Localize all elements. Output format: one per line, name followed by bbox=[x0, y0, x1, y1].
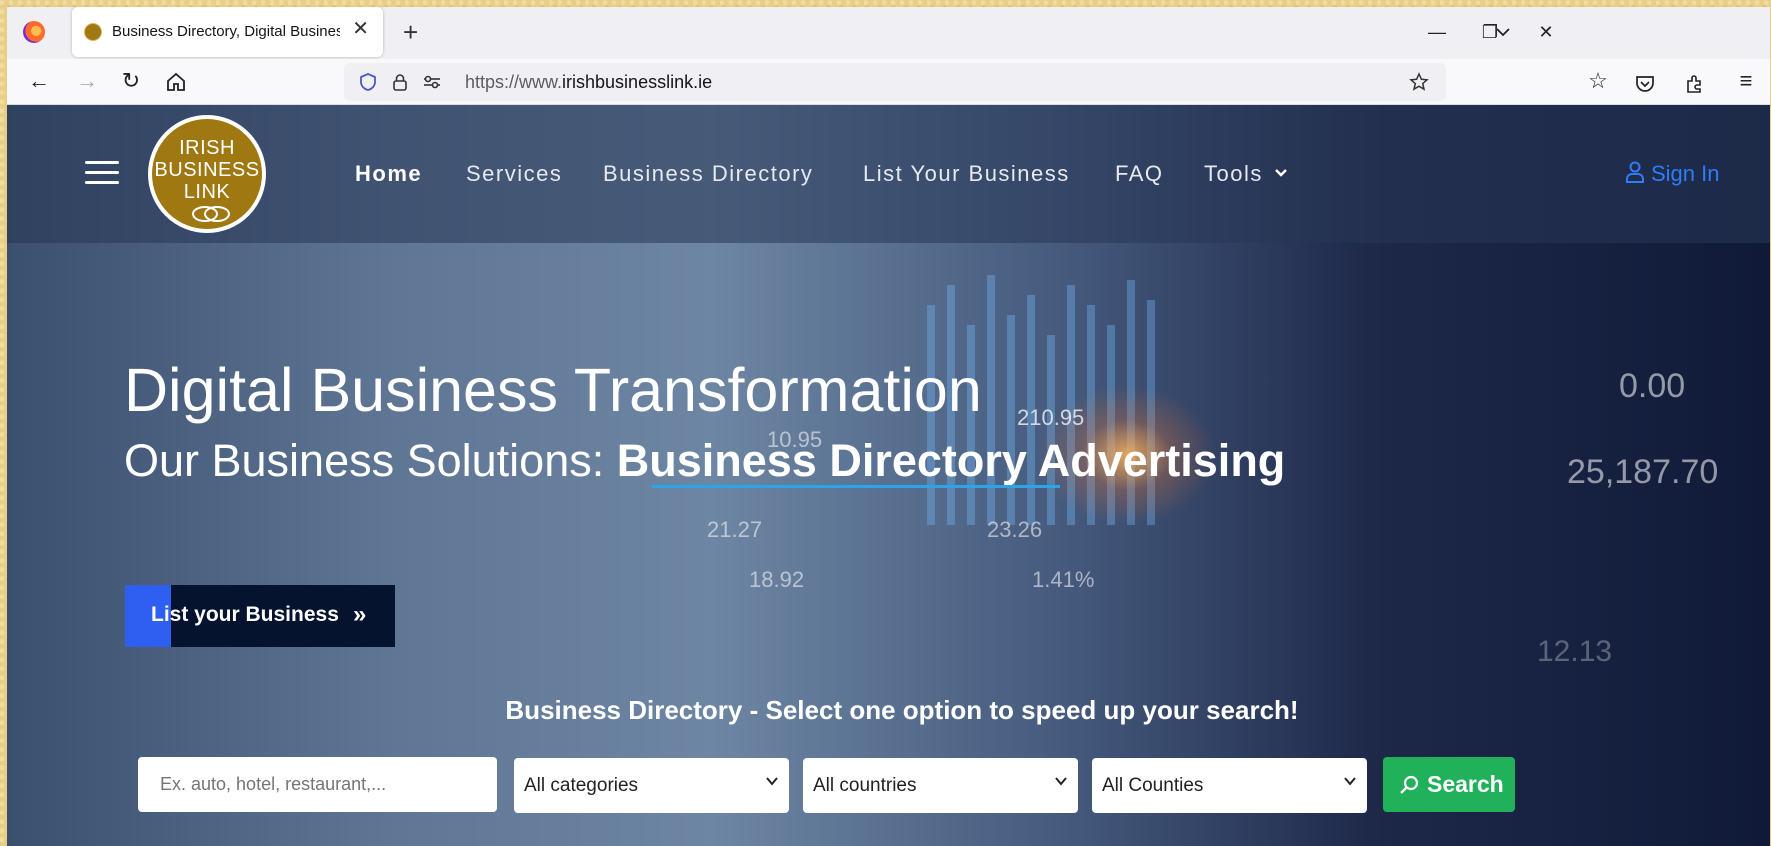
hero-subtitle-highlight: Business Directory Advertising bbox=[616, 435, 1286, 486]
search-button[interactable]: Search bbox=[1383, 757, 1515, 812]
site-permissions-icon[interactable] bbox=[422, 72, 442, 92]
site-header: IRISH BUSINESS LINK Home Services Busine… bbox=[7, 105, 1770, 243]
logo-rings-icon bbox=[192, 206, 230, 222]
hamburger-menu-icon[interactable] bbox=[85, 161, 119, 185]
new-tab-icon[interactable]: + bbox=[403, 19, 418, 45]
hero-title: Digital Business Transformation bbox=[124, 356, 982, 424]
menu-services[interactable]: Services bbox=[466, 161, 562, 187]
web-page: 210.95 10.95 23.26 1.41% 18.92 21.27 0.0… bbox=[7, 105, 1770, 846]
menu-business-directory[interactable]: Business Directory bbox=[603, 161, 813, 187]
chevron-down-icon bbox=[1344, 777, 1356, 786]
bg-number: 0.00 bbox=[1619, 367, 1686, 405]
user-icon bbox=[1626, 161, 1644, 183]
bg-number: 23.26 bbox=[987, 517, 1043, 542]
forward-icon[interactable]: → bbox=[73, 67, 101, 95]
home-icon[interactable] bbox=[165, 71, 187, 93]
chevron-down-icon bbox=[766, 777, 778, 786]
browser-tab[interactable]: Business Directory, Digital Business ✕ bbox=[72, 7, 383, 57]
double-chevron-right-icon: » bbox=[353, 601, 367, 628]
bg-number: 210.95 bbox=[1017, 405, 1085, 430]
menu-list-your-business[interactable]: List Your Business bbox=[863, 161, 1070, 187]
navigation-toolbar: ← → ↻ https://www.irishbusinesslink.ie ☆… bbox=[7, 59, 1770, 105]
close-window-icon[interactable]: ✕ bbox=[1535, 21, 1557, 43]
category-select[interactable]: All categories bbox=[514, 758, 789, 813]
close-tab-icon[interactable]: ✕ bbox=[352, 19, 369, 39]
app-menu-icon[interactable]: ≡ bbox=[1732, 67, 1760, 95]
restore-icon[interactable]: ❐ bbox=[1479, 21, 1501, 43]
bg-number: 1.41% bbox=[1032, 567, 1095, 592]
bookmarks-icon[interactable]: ☆ bbox=[1584, 67, 1612, 95]
browser-window: Business Directory, Digital Business ✕ +… bbox=[7, 7, 1770, 846]
sign-in-link[interactable]: Sign In bbox=[1625, 161, 1720, 187]
minimize-icon[interactable]: — bbox=[1426, 21, 1448, 43]
bookmark-star-icon[interactable] bbox=[1409, 72, 1429, 92]
chevron-down-icon bbox=[1275, 169, 1288, 177]
menu-home[interactable]: Home bbox=[355, 161, 422, 187]
reload-icon[interactable]: ↻ bbox=[117, 67, 145, 95]
bg-number: 18.92 bbox=[749, 567, 805, 592]
tab-title: Business Directory, Digital Business bbox=[112, 23, 340, 40]
tracking-protection-shield-icon[interactable] bbox=[358, 72, 378, 92]
extensions-icon[interactable] bbox=[1684, 73, 1706, 95]
menu-faq[interactable]: FAQ bbox=[1115, 161, 1164, 187]
back-icon[interactable]: ← bbox=[25, 67, 53, 95]
pocket-icon[interactable] bbox=[1634, 73, 1656, 95]
tab-strip: Business Directory, Digital Business ✕ +… bbox=[7, 7, 1770, 59]
menu-tools[interactable]: Tools bbox=[1204, 161, 1288, 187]
lock-icon[interactable] bbox=[390, 72, 410, 92]
highlight-underline bbox=[652, 485, 1060, 488]
site-logo[interactable]: IRISH BUSINESS LINK bbox=[148, 115, 266, 233]
country-select[interactable]: All countries bbox=[803, 758, 1078, 813]
firefox-icon[interactable] bbox=[23, 21, 45, 43]
county-select[interactable]: All Counties bbox=[1092, 758, 1367, 813]
favicon-icon bbox=[84, 23, 102, 41]
search-heading: Business Directory - Select one option t… bbox=[505, 695, 1299, 725]
bg-number: 21.27 bbox=[707, 517, 763, 542]
list-your-business-button[interactable]: List your Business » bbox=[125, 585, 395, 647]
hero-subtitle: Our Business Solutions: Business Directo… bbox=[124, 435, 1286, 486]
bg-number: 25,187.70 bbox=[1567, 453, 1719, 491]
search-icon bbox=[1400, 775, 1419, 794]
keyword-search-input[interactable] bbox=[138, 757, 497, 812]
url-text[interactable]: https://www.irishbusinesslink.ie bbox=[465, 72, 712, 93]
chevron-down-icon bbox=[1055, 777, 1067, 786]
bg-number: 12.13 bbox=[1537, 635, 1613, 668]
address-bar[interactable]: https://www.irishbusinesslink.ie bbox=[344, 63, 1446, 101]
